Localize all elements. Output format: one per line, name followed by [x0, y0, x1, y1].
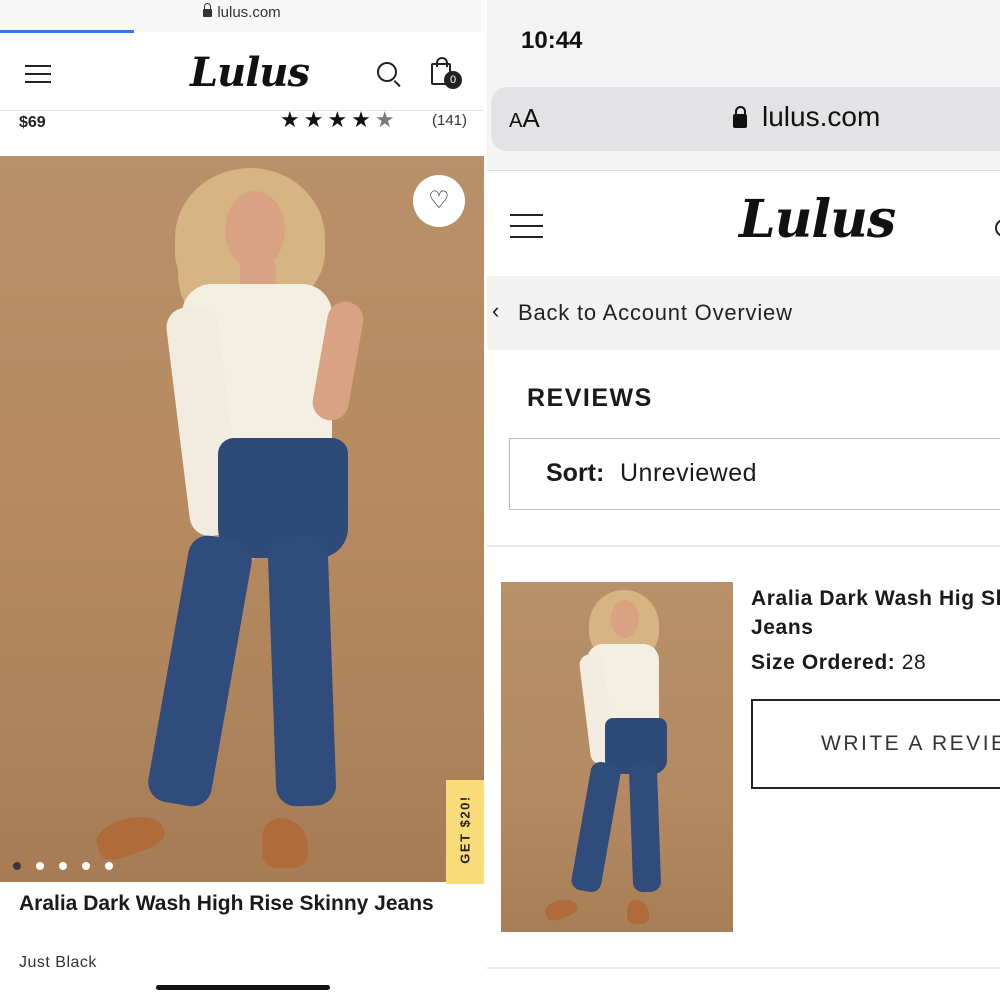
carousel-dot[interactable]: [82, 862, 90, 870]
review-count[interactable]: (141): [432, 112, 467, 129]
back-link[interactable]: ‹ Back to Account Overview: [487, 276, 1000, 350]
product-color: Just Black: [19, 954, 97, 971]
carousel-dot[interactable]: [59, 862, 67, 870]
size-ordered: Size Ordered: 28: [751, 651, 926, 675]
sort-value: Unreviewed: [620, 459, 758, 487]
text-size-button[interactable]: AA: [509, 103, 540, 134]
section-title: REVIEWS: [527, 384, 653, 412]
write-review-button[interactable]: WRITE A REVIEW: [751, 699, 1000, 789]
menu-icon[interactable]: [25, 65, 51, 85]
search-icon[interactable]: [377, 62, 397, 82]
site-logo[interactable]: Lulus: [739, 189, 896, 250]
heart-icon: ♡: [428, 187, 450, 214]
left-screenshot-product-page: lulus.com Lulus 0 $69 ★★★★★ (141) ♡ GET …: [0, 0, 484, 1000]
search-icon[interactable]: [995, 219, 1000, 237]
review-item-image[interactable]: [501, 582, 733, 932]
site-header: Lulus: [0, 33, 484, 111]
favorite-button[interactable]: ♡: [413, 175, 465, 227]
review-item-title[interactable]: Aralia Dark Wash Hig Skinny Jeans: [751, 584, 1000, 642]
site-logo[interactable]: Lulus: [190, 49, 310, 96]
lock-icon: [203, 3, 213, 17]
product-image[interactable]: [0, 156, 484, 882]
promo-tab-label: GET $20!: [457, 795, 473, 864]
url-display[interactable]: lulus.com: [730, 101, 880, 133]
menu-icon[interactable]: [510, 214, 543, 238]
rating-stars[interactable]: ★★★★★: [280, 107, 399, 133]
carousel-dot[interactable]: [105, 862, 113, 870]
divider: [487, 967, 1000, 969]
image-carousel-dots[interactable]: [13, 857, 128, 875]
url-text: lulus.com: [762, 101, 881, 132]
carousel-dot[interactable]: [13, 862, 21, 870]
product-title: Aralia Dark Wash High Rise Skinny Jeans: [19, 892, 434, 915]
url-display[interactable]: lulus.com: [0, 3, 484, 21]
cart-count-badge: 0: [444, 71, 462, 89]
url-text: lulus.com: [217, 4, 281, 21]
promo-tab[interactable]: GET $20!: [446, 780, 484, 884]
back-link-label: Back to Account Overview: [518, 300, 793, 325]
sort-dropdown[interactable]: Sort: Unreviewed: [509, 438, 1000, 510]
status-bar-time: 10:44: [521, 27, 583, 54]
model-figure: [0, 156, 484, 882]
carousel-dot[interactable]: [36, 862, 44, 870]
size-value: 28: [901, 651, 927, 674]
browser-url-bar[interactable]: lulus.com: [0, 0, 484, 32]
sort-label: Sort:: [546, 459, 605, 487]
half-star-icon: ★: [374, 107, 399, 132]
right-screenshot-reviews-page: 10:44 AA lulus.com Lulus ‹ Back to Accou…: [487, 0, 1000, 1000]
divider: [487, 545, 1000, 547]
site-header: Lulus: [487, 170, 1000, 276]
home-indicator[interactable]: [156, 985, 330, 990]
product-price: $69: [19, 114, 46, 131]
reviews-content: REVIEWS Sort: Unreviewed Aralia Dark Was…: [487, 350, 1000, 1000]
size-label: Size Ordered:: [751, 651, 896, 674]
chevron-left-icon: ‹: [492, 298, 500, 323]
